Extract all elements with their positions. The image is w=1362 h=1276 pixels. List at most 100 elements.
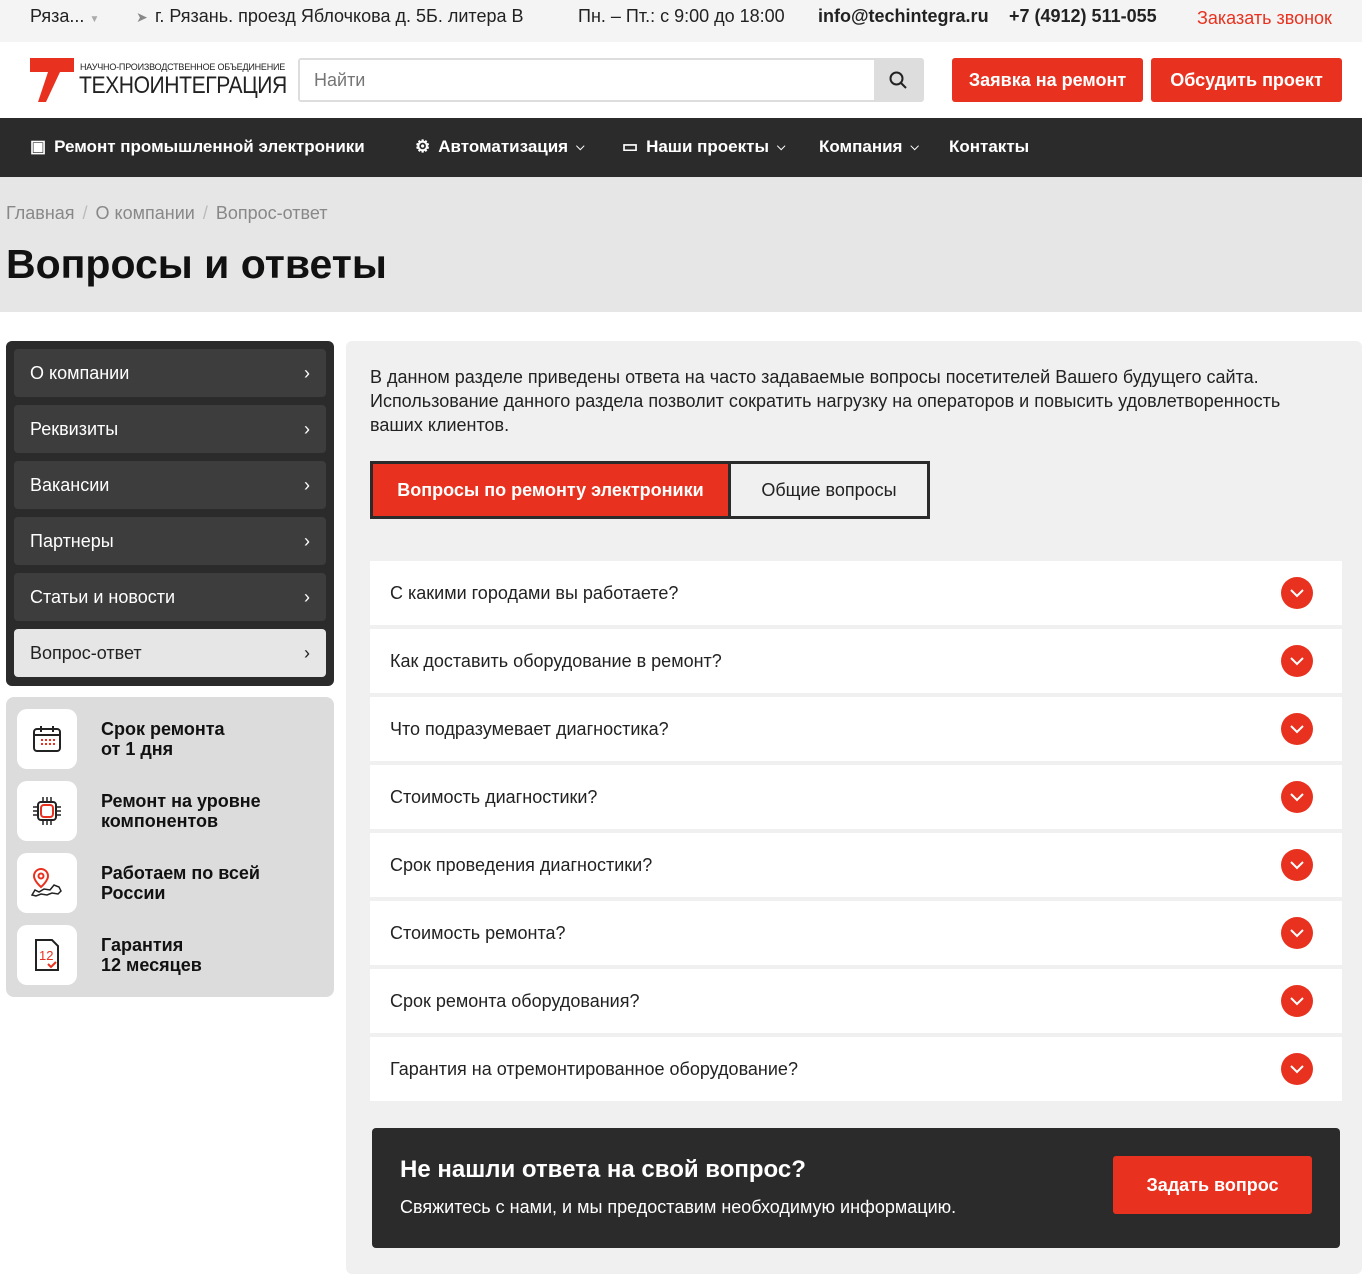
faq-question: Стоимость ремонта? [390, 922, 566, 943]
ask-question-banner: Не нашли ответа на свой вопрос? Свяжитес… [372, 1128, 1340, 1248]
chevron-down-icon[interactable] [1281, 985, 1313, 1017]
chevron-down-icon[interactable] [1281, 577, 1313, 609]
phone-link[interactable]: +7 (4912) 511-055 [1009, 6, 1157, 27]
feature-subtitle: от 1 дня [101, 739, 174, 759]
sidebar-item-vacancies[interactable]: Вакансии › [14, 461, 326, 509]
breadcrumb-company[interactable]: О компании [96, 203, 195, 223]
nav-repair[interactable]: ▣ Ремонт промышленной электроники [30, 137, 365, 157]
repair-request-button[interactable]: Заявка на ремонт [952, 58, 1143, 102]
feature-item: 12 Гарантия 12 месяцев [17, 925, 323, 985]
nav-label: Ремонт промышленной электроники [54, 137, 365, 156]
faq-question: Стоимость диагностики? [390, 786, 598, 807]
faq-question: Срок проведения диагностики? [390, 854, 653, 875]
feature-item: Ремонт на уровне компонентов [17, 781, 323, 841]
chevron-right-icon: › [304, 586, 310, 607]
chevron-right-icon: › [304, 530, 310, 551]
address: г. Рязань. проезд Яблочкова д. 5Б. литер… [155, 6, 524, 26]
email-link[interactable]: info@techintegra.ru [818, 6, 989, 27]
caret-down-icon: ▼ [89, 14, 100, 25]
faq-question: Что подразумевает диагностика? [390, 718, 669, 739]
sidebar-item-news[interactable]: Статьи и новости › [14, 573, 326, 621]
discuss-project-button[interactable]: Обсудить проект [1151, 58, 1342, 102]
faq-item[interactable]: Срок ремонта оборудования? [370, 969, 1342, 1033]
chevron-down-icon: ⌵ [910, 140, 919, 153]
search-icon [889, 71, 907, 89]
chevron-down-icon[interactable] [1281, 917, 1313, 949]
sidebar-item-label: О компании [30, 362, 130, 383]
chip-icon: ▣ [30, 137, 47, 156]
callback-link[interactable]: Заказать звонок [1197, 8, 1332, 29]
faq-tabs: Вопросы по ремонту электроники Общие воп… [370, 461, 930, 519]
feature-subtitle: компонентов [101, 811, 219, 831]
feature-subtitle: России [101, 883, 166, 903]
sidebar-item-label: Статьи и новости [30, 586, 176, 607]
faq-question: Срок ремонта оборудования? [390, 990, 640, 1011]
sidebar-item-label: Реквизиты [30, 418, 119, 439]
cta-text: Свяжитесь с нами, и мы предоставим необх… [400, 1197, 957, 1217]
features-panel: Срок ремонта от 1 дня Ремонт на уровне ком… [6, 697, 334, 997]
breadcrumb-current: Вопрос-ответ [215, 203, 328, 223]
header: НАУЧНО-ПРОИЗВОДСТВЕННОЕ ОБЪЕДИНЕНИЕ ТЕХН… [0, 42, 1362, 118]
faq-question: Как доставить оборудование в ремонт? [390, 650, 722, 671]
tab-general[interactable]: Общие вопросы [731, 464, 927, 516]
sidebar-item-label: Партнеры [30, 530, 114, 551]
feature-title: Гарантия [101, 935, 184, 955]
nav-company[interactable]: Компания ⌵ [819, 137, 919, 157]
briefcase-icon: ▭ [622, 137, 639, 156]
city-label: Ряза... [30, 6, 85, 26]
chevron-right-icon: › [304, 362, 310, 383]
faq-item[interactable]: Стоимость ремонта? [370, 901, 1342, 965]
faq-item[interactable]: Гарантия на отремонтированное оборудован… [370, 1037, 1342, 1101]
breadcrumb-home[interactable]: Главная [6, 203, 75, 223]
search-button[interactable] [874, 60, 922, 100]
chevron-right-icon: › [304, 474, 310, 495]
breadcrumb: Главная / О компании / Вопрос-ответ [6, 203, 328, 223]
chevron-down-icon[interactable] [1281, 849, 1313, 881]
ask-question-button[interactable]: Задать вопрос [1113, 1156, 1312, 1214]
sidebar-menu: О компании › Реквизиты › Вакансии › Партнер… [6, 341, 334, 686]
chip-icon [33, 797, 61, 825]
faq-question: Гарантия на отремонтированное оборудован… [390, 1058, 798, 1079]
chevron-down-icon[interactable] [1281, 645, 1313, 677]
city-select[interactable]: Ряза... ▼ [30, 6, 99, 27]
nav-contacts[interactable]: Контакты [949, 137, 1029, 157]
search-input[interactable] [300, 60, 874, 100]
search-bar [298, 58, 924, 102]
faq-accordion: С какими городами вы работаете? Как доста… [370, 561, 1342, 1105]
sidebar-item-about[interactable]: О компании › [14, 349, 326, 397]
logo-title: ТЕХНОИНТЕГРАЦИЯ [79, 72, 287, 99]
faq-item[interactable]: Как доставить оборудование в ремонт? [370, 629, 1342, 693]
faq-item[interactable]: Что подразумевает диагностика? [370, 697, 1342, 761]
chevron-down-icon[interactable] [1281, 1053, 1313, 1085]
nav-projects[interactable]: ▭ Наши проекты ⌵ [622, 137, 785, 157]
faq-item[interactable]: Стоимость диагностики? [370, 765, 1342, 829]
feature-item: Срок ремонта от 1 дня [17, 709, 323, 769]
sidebar-item-partners[interactable]: Партнеры › [14, 517, 326, 565]
nav-automation[interactable]: ⚙ Автоматизация ⌵ [415, 137, 584, 157]
feature-title: Ремонт на уровне [101, 791, 261, 811]
nav-label: Наши проекты [646, 137, 769, 156]
calendar-icon [33, 726, 61, 752]
faq-panel: В данном разделе приведены ответа на час… [346, 341, 1362, 1274]
feature-title: Срок ремонта [101, 719, 225, 739]
main-nav: ▣ Ремонт промышленной электроники ⚙ Автома… [0, 118, 1362, 177]
sidebar-item-requisites[interactable]: Реквизиты › [14, 405, 326, 453]
tab-electronics-repair[interactable]: Вопросы по ремонту электроники [373, 464, 728, 516]
chevron-down-icon[interactable] [1281, 781, 1313, 813]
feature-title: Работаем по всей [101, 863, 260, 883]
page-header: Главная / О компании / Вопрос-ответ Вопросы … [0, 177, 1362, 312]
logo-subtitle: НАУЧНО-ПРОИЗВОДСТВЕННОЕ ОБЪЕДИНЕНИЕ [80, 62, 286, 72]
logo-icon[interactable] [30, 58, 74, 102]
chevron-down-icon: ⌵ [776, 140, 786, 153]
cta-title: Не нашли ответа на свой вопрос? [400, 1156, 806, 1183]
faq-item[interactable]: Срок проведения диагностики? [370, 833, 1342, 897]
chevron-right-icon: › [304, 642, 310, 663]
sidebar-item-faq[interactable]: Вопрос-ответ › [14, 629, 326, 677]
nav-label: Контакты [949, 137, 1030, 156]
svg-text:12: 12 [39, 948, 53, 963]
feature-subtitle: 12 месяцев [101, 955, 202, 975]
faq-item[interactable]: С какими городами вы работаете? [370, 561, 1342, 625]
top-bar: Ряза... ▼ ➤ г. Рязань. проезд Яблочкова … [0, 0, 1362, 42]
chevron-down-icon[interactable] [1281, 713, 1313, 745]
russia-map-pin-icon [30, 867, 62, 897]
